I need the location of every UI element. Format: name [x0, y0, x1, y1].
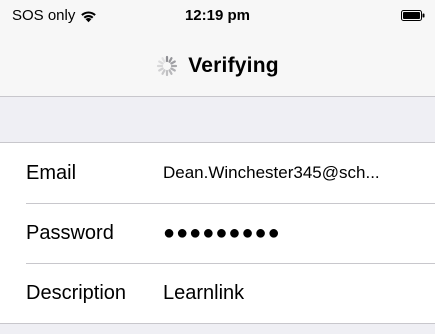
password-row[interactable]: Password ●●●●●●●●●: [0, 203, 435, 263]
battery-full-icon: [401, 10, 425, 21]
top-bar-area: SOS only 12:19 pm Verifying: [0, 0, 435, 97]
status-time: 12:19 pm: [184, 7, 251, 24]
bottom-spacer: [0, 325, 435, 334]
password-field[interactable]: ●●●●●●●●●: [163, 222, 423, 245]
description-field[interactable]: Learnlink: [163, 282, 423, 305]
status-bar: SOS only 12:19 pm: [0, 0, 435, 30]
email-field[interactable]: Dean.Winchester345@sch...: [163, 163, 423, 183]
nav-title: Verifying: [188, 54, 279, 77]
section-spacer: [0, 97, 435, 143]
account-form-table: Email Dean.Winchester345@sch... Password…: [0, 143, 435, 324]
email-label: Email: [26, 161, 77, 184]
description-row[interactable]: Description Learnlink: [0, 263, 435, 323]
activity-spinner-icon: [157, 55, 178, 77]
account-verifying-screen: SOS only 12:19 pm Verifying Email Dean.W…: [0, 0, 435, 334]
navigation-bar: Verifying: [0, 44, 435, 88]
description-label: Description: [26, 281, 127, 304]
email-row[interactable]: Email Dean.Winchester345@sch...: [0, 143, 435, 203]
password-label: Password: [26, 221, 114, 244]
